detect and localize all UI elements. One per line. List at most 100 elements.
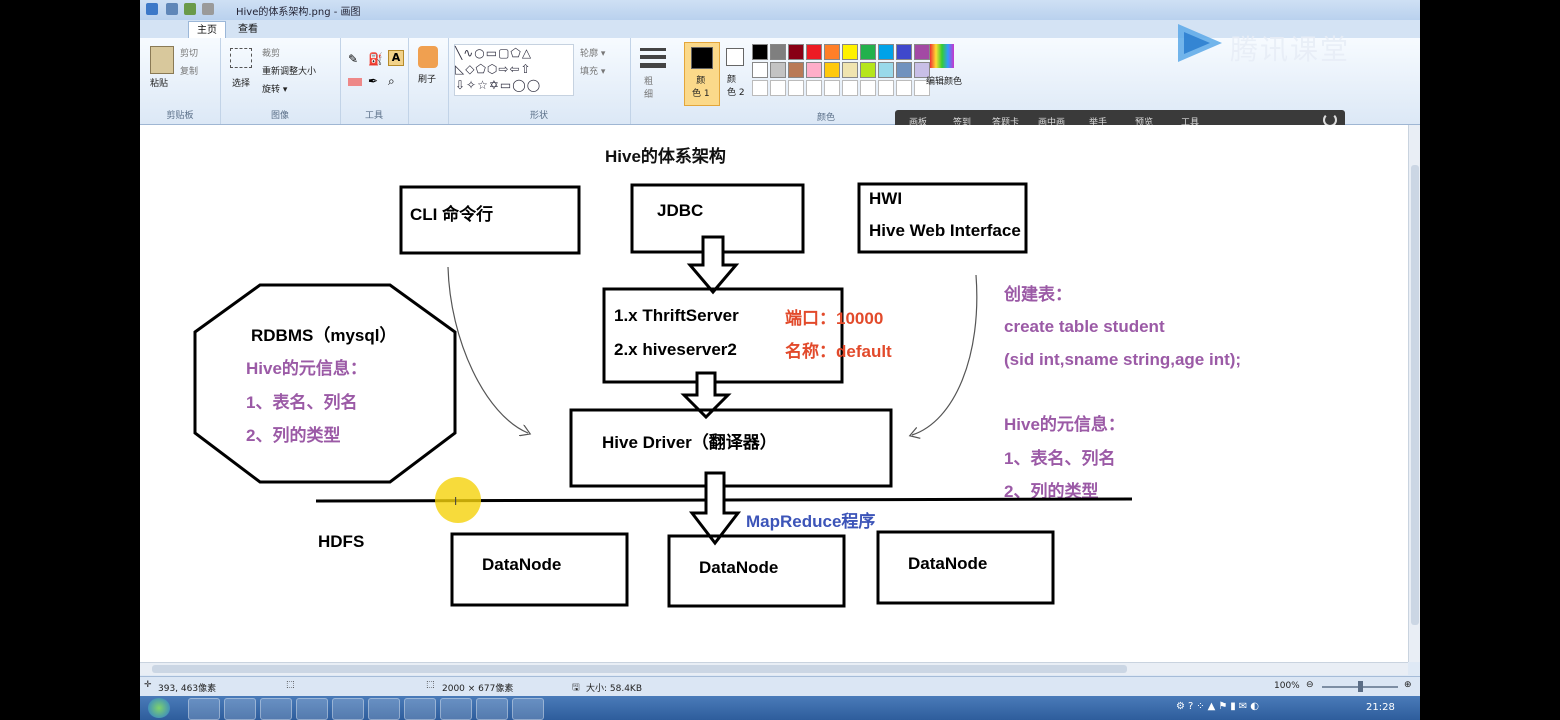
palette-color-swatch[interactable] <box>896 62 912 78</box>
taskbar-app-4[interactable] <box>296 698 328 720</box>
horizontal-scroll-thumb[interactable] <box>152 665 1127 673</box>
palette-color-swatch[interactable] <box>824 62 840 78</box>
port-label: 端口：10000 <box>785 308 883 328</box>
palette-color-swatch[interactable] <box>842 62 858 78</box>
fill-button[interactable]: 填充 ▾ <box>580 64 605 77</box>
brushes-button[interactable]: 刷子 <box>418 72 436 85</box>
select-icon[interactable] <box>230 48 252 68</box>
custom-color-slot[interactable] <box>806 80 822 96</box>
palette-color-swatch[interactable] <box>770 62 786 78</box>
palette-color-swatch[interactable] <box>860 44 876 60</box>
edit-colors-icon[interactable] <box>930 44 954 68</box>
custom-color-slot[interactable] <box>896 80 912 96</box>
palette-color-swatch[interactable] <box>878 44 894 60</box>
taskbar-app-3[interactable] <box>260 698 292 720</box>
paint-app-icon <box>146 3 158 15</box>
zoom-in-icon[interactable]: ⊕ <box>1404 680 1412 690</box>
crop-button[interactable]: 裁剪 <box>262 46 280 59</box>
undo-icon[interactable] <box>184 3 196 15</box>
brush-icon[interactable] <box>418 46 438 68</box>
horizontal-scrollbar[interactable] <box>140 662 1408 675</box>
palette-color-swatch[interactable] <box>752 44 768 60</box>
custom-color-slot[interactable] <box>770 80 786 96</box>
size-line-icon[interactable] <box>640 48 666 51</box>
resize-button[interactable]: 重新调整大小 <box>262 64 316 77</box>
zoom-out-icon[interactable]: ⊖ <box>1306 680 1314 690</box>
pencil-icon[interactable]: ✎ <box>348 52 358 66</box>
custom-color-slot[interactable] <box>788 80 804 96</box>
palette-color-swatch[interactable] <box>788 62 804 78</box>
clipboard-group-label: 剪贴板 <box>166 111 194 121</box>
edit-colors-button[interactable]: 编辑颜色 <box>926 74 962 87</box>
start-button-icon[interactable] <box>148 698 170 718</box>
palette-color-swatch[interactable] <box>860 62 876 78</box>
shapes-gallery[interactable]: ╲∿○▭▢⬠△ ◺◇⬠⬡⇨⇦⇧ ⇩✧☆✡▭◯◯ <box>454 44 574 96</box>
tab-view[interactable]: 查看 <box>230 21 266 38</box>
zoom-slider-handle[interactable] <box>1358 681 1363 692</box>
palette-color-swatch[interactable] <box>914 44 930 60</box>
vertical-scrollbar[interactable] <box>1408 125 1420 662</box>
fill-bucket-icon[interactable]: ⛽ <box>368 52 383 66</box>
palette-color-swatch[interactable] <box>752 62 768 78</box>
shapes-group: ╲∿○▭▢⬠△ ◺◇⬠⬡⇨⇦⇧ ⇩✧☆✡▭◯◯ 轮廓 ▾ 填充 ▾ 形状 <box>448 38 631 124</box>
diagram-title: Hive的体系架构 <box>605 146 726 166</box>
paste-icon[interactable] <box>150 46 174 74</box>
rdbms-meta-item-1: 1、表名、列名 <box>246 392 357 412</box>
taskbar-app-5[interactable] <box>332 698 364 720</box>
shapes-group-label: 形状 <box>529 111 548 121</box>
color2-button[interactable]: 颜 色 2 <box>720 42 754 104</box>
color1-button[interactable]: 颜 色 1 <box>684 42 720 106</box>
text-tool-icon[interactable]: A <box>388 50 404 66</box>
vertical-scroll-thumb[interactable] <box>1411 165 1419 625</box>
tab-home[interactable]: 主页 <box>188 21 226 39</box>
thrift-server-box <box>602 287 844 384</box>
select-button[interactable]: 选择 <box>232 76 250 89</box>
taskbar-app-2[interactable] <box>224 698 256 720</box>
color2-label: 颜 色 2 <box>727 75 745 98</box>
taskbar-app-8[interactable] <box>440 698 472 720</box>
paint-canvas[interactable]: Hive的体系架构 CLI 命令行 JDBC HWI Hive Web Inte… <box>140 125 1408 662</box>
custom-color-slot[interactable] <box>752 80 768 96</box>
palette-color-swatch[interactable] <box>806 44 822 60</box>
file-size: 大小: 58.4KB <box>586 684 643 694</box>
palette-color-swatch[interactable] <box>788 44 804 60</box>
palette-color-swatch[interactable] <box>806 62 822 78</box>
custom-color-slot[interactable] <box>842 80 858 96</box>
system-tray-icons[interactable]: ⚙?⁘▲⚑▮✉◐ <box>1176 701 1262 712</box>
eraser-icon[interactable] <box>348 78 362 86</box>
color1-label: 颜 色 1 <box>692 76 710 99</box>
save-icon[interactable] <box>166 3 178 15</box>
taskbar-app-explorer[interactable] <box>188 698 220 720</box>
palette-color-swatch[interactable] <box>824 44 840 60</box>
rdbms-meta-item-2: 2、列的类型 <box>246 425 340 445</box>
meta-label: Hive的元信息： <box>1004 414 1125 434</box>
palette-color-swatch[interactable] <box>896 44 912 60</box>
cut-button[interactable]: 剪切 <box>180 46 198 59</box>
palette-color-swatch[interactable] <box>770 44 786 60</box>
palette-color-swatch[interactable] <box>878 62 894 78</box>
create-table-label: 创建表： <box>1003 284 1072 304</box>
datanode-label-2: DataNode <box>699 558 778 577</box>
custom-color-slot[interactable] <box>824 80 840 96</box>
rotate-button[interactable]: 旋转 ▾ <box>262 82 287 95</box>
arrow-jdbc-to-thrift <box>686 235 740 295</box>
hive-driver-label: Hive Driver（翻译器） <box>602 432 777 452</box>
size-button[interactable]: 粗 细 <box>644 74 653 100</box>
palette-color-swatch[interactable] <box>842 44 858 60</box>
paste-button[interactable]: 粘贴 <box>150 76 168 89</box>
color-picker-icon[interactable]: ✒ <box>368 74 378 88</box>
taskbar-clock: 21:28 <box>1366 702 1395 713</box>
magnifier-icon[interactable]: ⌕ <box>388 74 395 89</box>
copy-button[interactable]: 复制 <box>180 64 198 77</box>
taskbar-app-firefox[interactable] <box>476 698 508 720</box>
thrift-line-1: 1.x ThriftServer <box>614 306 739 325</box>
redo-icon[interactable] <box>202 3 214 15</box>
outline-button[interactable]: 轮廓 ▾ <box>580 46 605 59</box>
custom-color-slot[interactable] <box>860 80 876 96</box>
image-dimensions: 2000 × 677像素 <box>442 684 514 694</box>
custom-color-slot[interactable] <box>878 80 894 96</box>
taskbar-app-7[interactable] <box>404 698 436 720</box>
taskbar-app-paint[interactable] <box>512 698 544 720</box>
color2-swatch <box>726 48 744 66</box>
taskbar-app-6[interactable] <box>368 698 400 720</box>
